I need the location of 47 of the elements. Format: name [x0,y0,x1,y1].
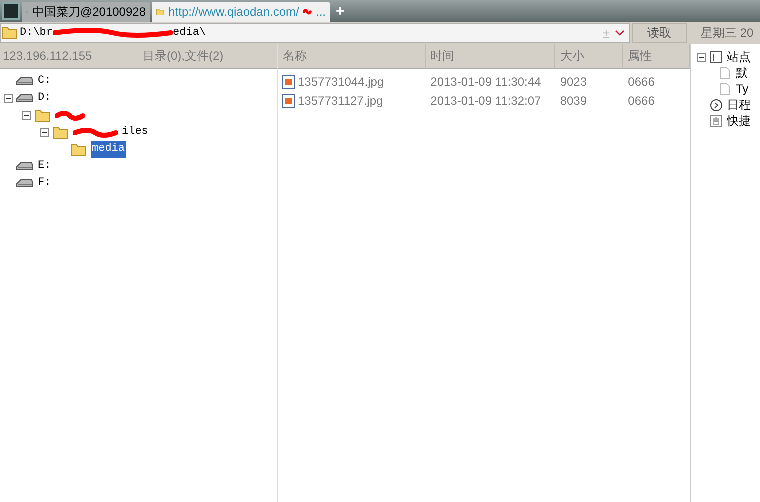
tree-item[interactable]: 默 [736,64,748,82]
table-cell-text: 0666 [627,74,656,90]
table-cell-text: 9023 [559,74,588,90]
table-cell-text: 0666 [627,92,656,110]
new-tab-button[interactable]: + [336,4,345,19]
collapse-icon[interactable] [4,94,13,103]
folder-label[interactable]: media [91,141,126,158]
path-field[interactable]: D:\br edia\ ± [0,23,630,43]
tree-item[interactable]: 日程 [727,96,751,114]
drive-label[interactable]: F: [37,175,52,192]
file-name[interactable]: 1357731044.jpg [298,72,384,90]
table-cell-text: 2013-01-09 11:30:44 [430,74,542,90]
hand-icon [710,114,723,128]
drive-icon [16,178,34,190]
table-cell-text: 8039 [559,92,588,110]
drive-icon [16,92,34,104]
collapse-icon[interactable] [697,52,706,62]
panel-toggle-icon[interactable] [2,2,20,20]
image-file-icon [282,94,295,108]
item-count: 目录(0),文件(2) [143,48,224,65]
image-file-icon [282,74,295,88]
tree-item[interactable]: 快捷 [727,112,751,130]
folder-label[interactable]: iles [121,124,150,141]
drive-icon [16,76,34,88]
server-ip: 123.196.112.155 [2,48,94,65]
read-button[interactable]: 读取 [632,23,687,43]
collapse-icon[interactable] [40,128,49,137]
drive-icon [16,160,34,172]
page-icon [719,66,732,80]
tree-item[interactable]: 站点 [727,48,751,66]
clock-icon [710,98,723,112]
tab[interactable]: 中国菜刀@20100928 [22,2,150,22]
site-icon [710,50,723,64]
folder-icon [2,26,18,40]
drive-label[interactable]: E: [37,158,52,175]
page-icon [719,82,732,96]
file-name[interactable]: 1357731127.jpg [298,92,384,110]
folder-icon [34,108,52,122]
drive-label[interactable]: C: [37,73,52,90]
collapse-icon[interactable] [22,111,31,120]
dropdown-icon[interactable] [615,29,625,37]
table-cell-text: 2013-01-09 11:32:07 [430,92,542,110]
drive-label[interactable]: D: [37,90,52,107]
tree-item[interactable]: Ty [736,80,749,98]
date-label: 星期三 20 [701,25,754,42]
folder-icon [52,126,70,140]
folder-icon [70,142,88,156]
